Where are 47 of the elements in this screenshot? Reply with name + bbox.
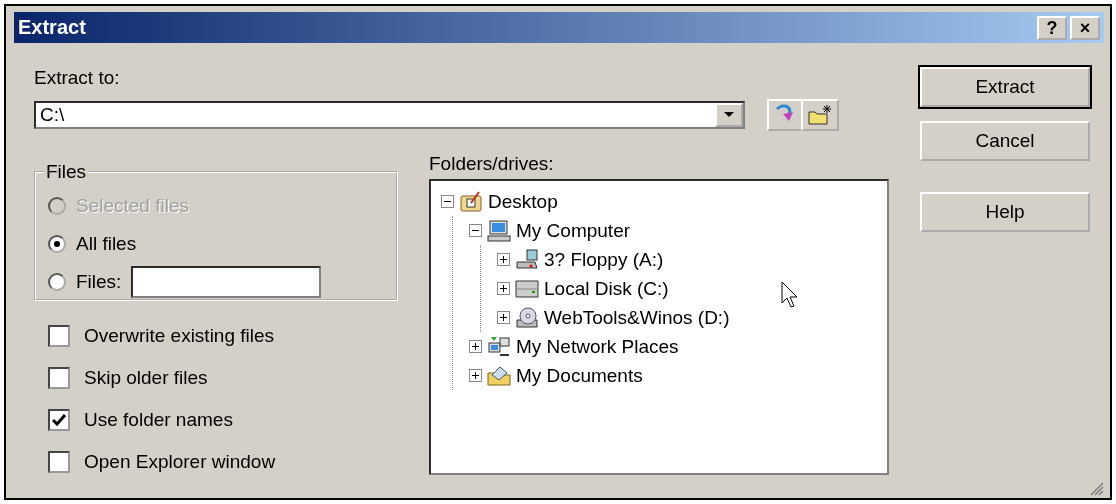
floppy-icon bbox=[514, 247, 540, 272]
tree-item[interactable]: My Computer bbox=[516, 219, 631, 242]
radio-button[interactable] bbox=[48, 273, 66, 291]
window-title: Extract bbox=[18, 16, 87, 39]
expand-toggle-icon[interactable] bbox=[469, 369, 482, 382]
dialog-button[interactable]: Cancel bbox=[920, 121, 1090, 161]
checkbox[interactable] bbox=[48, 325, 70, 347]
tree-item[interactable]: My Network Places bbox=[516, 335, 679, 358]
radio-label: Files: bbox=[76, 271, 122, 293]
tree-item[interactable]: 3? Floppy (A:) bbox=[544, 248, 664, 271]
radio-button[interactable] bbox=[48, 235, 66, 253]
tree-item[interactable]: Desktop bbox=[488, 190, 558, 213]
checkmark-icon bbox=[52, 414, 66, 426]
computer-icon bbox=[486, 218, 512, 243]
checkbox-label: Skip older files bbox=[84, 367, 208, 389]
dialog-button[interactable]: Extract bbox=[920, 67, 1090, 107]
files-input-field[interactable] bbox=[131, 266, 322, 298]
cd-icon bbox=[514, 305, 540, 330]
checkbox-label: Open Explorer window bbox=[84, 451, 276, 473]
radio-label: All files bbox=[76, 233, 137, 255]
collapse-toggle-icon[interactable] bbox=[469, 224, 482, 237]
folders-label: Folders/drives: bbox=[429, 153, 555, 176]
tree-item[interactable]: WebTools&Winos (D:) bbox=[544, 306, 730, 329]
network-icon bbox=[486, 334, 512, 359]
checkbox-label: Use folder names bbox=[84, 409, 233, 431]
mouse-pointer-icon bbox=[781, 281, 799, 309]
extract-to-label: Extract to: bbox=[34, 67, 121, 90]
desktop-icon bbox=[458, 189, 484, 214]
expand-toggle-icon[interactable] bbox=[469, 340, 482, 353]
checkbox-label: Overwrite existing files bbox=[84, 325, 275, 347]
expand-toggle-icon[interactable] bbox=[497, 311, 510, 324]
new-folder-button[interactable] bbox=[801, 99, 839, 131]
close-button[interactable]: × bbox=[1070, 15, 1100, 40]
checkbox[interactable] bbox=[48, 451, 70, 473]
checkbox[interactable] bbox=[48, 409, 70, 431]
checkbox[interactable] bbox=[48, 367, 70, 389]
tree-item[interactable]: Local Disk (C:) bbox=[544, 277, 669, 300]
collapse-toggle-icon[interactable] bbox=[441, 195, 454, 208]
folder-sparkle-icon bbox=[807, 104, 833, 126]
resize-grip-icon bbox=[1088, 480, 1104, 496]
tree-item[interactable]: My Documents bbox=[516, 364, 643, 387]
dialog-button[interactable]: Help bbox=[920, 192, 1090, 232]
expand-toggle-icon[interactable] bbox=[497, 253, 510, 266]
help-button[interactable]: ? bbox=[1037, 15, 1067, 40]
group-title: Files bbox=[45, 161, 88, 183]
expand-toggle-icon[interactable] bbox=[497, 282, 510, 295]
path-combo-box[interactable]: C:\ bbox=[34, 101, 745, 129]
